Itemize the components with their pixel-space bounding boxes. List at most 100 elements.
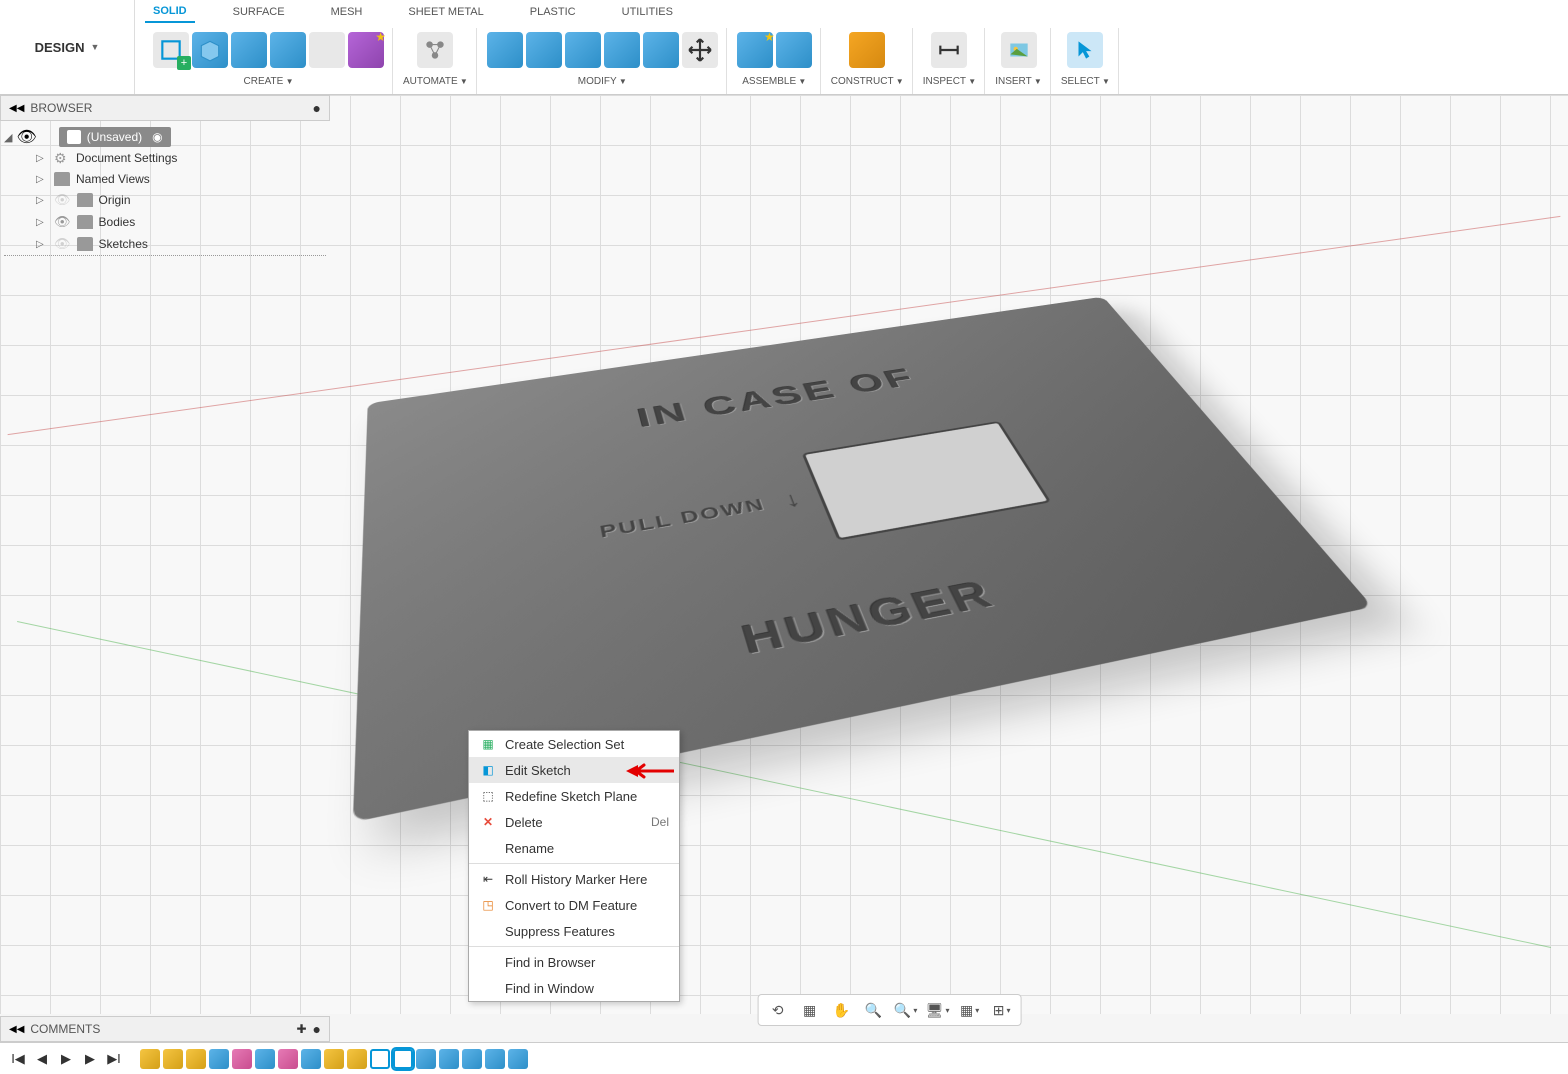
assemble-dropdown[interactable]: ASSEMBLE xyxy=(742,76,806,87)
grid-settings-dropdown[interactable]: ▦ xyxy=(959,999,981,1021)
visibility-toggle-root[interactable]: 👁 xyxy=(16,127,36,147)
shell-icon[interactable] xyxy=(565,32,601,68)
timeline-forward-icon[interactable]: ▶ xyxy=(80,1049,100,1069)
tab-solid[interactable]: SOLID xyxy=(145,1,195,23)
tree-arrow-root[interactable]: ◢ xyxy=(4,131,12,144)
automate-dropdown[interactable]: AUTOMATE xyxy=(403,76,468,87)
timeline-start-icon[interactable]: I◀ xyxy=(8,1049,28,1069)
folder-icon xyxy=(77,193,93,207)
move-icon[interactable] xyxy=(682,32,718,68)
ctx-rename[interactable]: Rename xyxy=(469,835,679,861)
zoom-icon[interactable]: 🔍 xyxy=(863,999,885,1021)
timeline-end-icon[interactable]: ▶I xyxy=(104,1049,124,1069)
visibility-toggle[interactable]: 👁 xyxy=(54,192,71,208)
tree-label: Named Views xyxy=(76,172,150,186)
insert-dropdown[interactable]: INSERT xyxy=(995,76,1042,87)
timeline-feature[interactable] xyxy=(186,1049,206,1069)
automate-icon[interactable] xyxy=(417,32,453,68)
ctx-create-selection-set[interactable]: ▦ Create Selection Set xyxy=(469,731,679,757)
insert-decal-icon[interactable] xyxy=(1001,32,1037,68)
timeline-feature[interactable] xyxy=(140,1049,160,1069)
timeline-feature[interactable] xyxy=(301,1049,321,1069)
timeline-feature[interactable] xyxy=(508,1049,528,1069)
timeline-feature[interactable] xyxy=(462,1049,482,1069)
tree-root-unsaved[interactable]: (Unsaved) ◉ xyxy=(59,127,171,147)
comments-options-icon[interactable]: ● xyxy=(313,1021,321,1037)
generative-icon[interactable] xyxy=(348,32,384,68)
create-dropdown[interactable]: CREATE xyxy=(244,76,294,87)
ctx-delete[interactable]: ✕ Delete Del xyxy=(469,809,679,835)
ctx-suppress-features[interactable]: Suppress Features xyxy=(469,918,679,944)
folder-icon xyxy=(77,215,93,229)
new-sketch-icon[interactable] xyxy=(153,32,189,68)
look-at-icon[interactable]: ▦ xyxy=(799,999,821,1021)
tree-sketches[interactable]: ▷ 👁 Sketches xyxy=(4,233,326,256)
viewport-layout-dropdown[interactable]: ⊞ xyxy=(991,999,1013,1021)
radio-icon[interactable]: ◉ xyxy=(152,130,162,144)
timeline-feature[interactable] xyxy=(347,1049,367,1069)
fillet-icon[interactable] xyxy=(526,32,562,68)
extrude-icon[interactable] xyxy=(192,32,228,68)
zoom-window-dropdown[interactable]: 🔍 xyxy=(895,999,917,1021)
visibility-toggle[interactable]: 👁 xyxy=(54,236,71,252)
timeline-feature[interactable] xyxy=(163,1049,183,1069)
tab-plastic[interactable]: PLASTIC xyxy=(522,2,584,22)
timeline-feature[interactable] xyxy=(324,1049,344,1069)
tree-bodies[interactable]: ▷ 👁 Bodies xyxy=(4,211,326,233)
ctx-find-in-browser[interactable]: Find in Browser xyxy=(469,949,679,975)
tree-document-settings[interactable]: ▷ ⚙ Document Settings xyxy=(4,147,326,169)
comments-collapse-icon[interactable]: ◀◀ xyxy=(9,1024,24,1035)
tree-arrow[interactable]: ▷ xyxy=(36,195,48,206)
ctx-roll-history[interactable]: ⇤ Roll History Marker Here xyxy=(469,866,679,892)
pattern-icon[interactable] xyxy=(309,32,345,68)
ctx-redefine-sketch-plane[interactable]: ⬚ Redefine Sketch Plane xyxy=(469,783,679,809)
tab-sheet-metal[interactable]: SHEET METAL xyxy=(400,2,491,22)
timeline-feature[interactable] xyxy=(255,1049,275,1069)
tree-arrow[interactable]: ▷ xyxy=(36,239,48,250)
tree-arrow[interactable]: ▷ xyxy=(36,174,48,185)
browser-collapse-icon[interactable]: ◀◀ xyxy=(9,103,24,114)
timeline-feature[interactable] xyxy=(209,1049,229,1069)
tab-surface[interactable]: SURFACE xyxy=(225,2,293,22)
tab-utilities[interactable]: UTILITIES xyxy=(614,2,681,22)
design-workspace-button[interactable]: DESIGN xyxy=(0,0,135,94)
timeline-feature[interactable] xyxy=(439,1049,459,1069)
ctx-convert-dm[interactable]: ◳ Convert to DM Feature xyxy=(469,892,679,918)
revolve-icon[interactable] xyxy=(231,32,267,68)
modify-dropdown[interactable]: MODIFY xyxy=(578,76,627,87)
measure-icon[interactable] xyxy=(931,32,967,68)
timeline-feature[interactable] xyxy=(416,1049,436,1069)
select-dropdown[interactable]: SELECT xyxy=(1061,76,1110,87)
tree-arrow[interactable]: ▷ xyxy=(36,217,48,228)
add-comment-icon[interactable]: ✚ xyxy=(296,1022,306,1036)
orbit-icon[interactable]: ⟲ xyxy=(767,999,789,1021)
ctx-separator xyxy=(469,863,679,864)
inspect-dropdown[interactable]: INSPECT xyxy=(923,76,976,87)
hole-icon[interactable] xyxy=(270,32,306,68)
display-settings-dropdown[interactable]: 🖥 xyxy=(927,999,949,1021)
top-toolbar: DESIGN SOLID SURFACE MESH SHEET METAL PL… xyxy=(0,0,1568,95)
tab-mesh[interactable]: MESH xyxy=(323,2,371,22)
split-icon[interactable] xyxy=(643,32,679,68)
select-icon[interactable] xyxy=(1067,32,1103,68)
timeline-feature[interactable] xyxy=(370,1049,390,1069)
timeline-feature[interactable] xyxy=(232,1049,252,1069)
ctx-find-in-window[interactable]: Find in Window xyxy=(469,975,679,1001)
timeline-feature-selected[interactable] xyxy=(393,1049,413,1069)
timeline-feature[interactable] xyxy=(485,1049,505,1069)
joint-icon[interactable] xyxy=(776,32,812,68)
tree-named-views[interactable]: ▷ Named Views xyxy=(4,169,326,189)
press-pull-icon[interactable] xyxy=(487,32,523,68)
browser-options-icon[interactable]: ● xyxy=(313,100,321,116)
combine-icon[interactable] xyxy=(604,32,640,68)
construct-dropdown[interactable]: CONSTRUCT xyxy=(831,76,904,87)
visibility-toggle[interactable]: 👁 xyxy=(54,214,71,230)
timeline-feature[interactable] xyxy=(278,1049,298,1069)
timeline-back-icon[interactable]: ◀ xyxy=(32,1049,52,1069)
construct-plane-icon[interactable] xyxy=(849,32,885,68)
tree-origin[interactable]: ▷ 👁 Origin xyxy=(4,189,326,211)
tree-arrow[interactable]: ▷ xyxy=(36,153,48,164)
pan-icon[interactable]: ✋ xyxy=(831,999,853,1021)
new-component-icon[interactable] xyxy=(737,32,773,68)
timeline-play-icon[interactable]: ▶ xyxy=(56,1049,76,1069)
